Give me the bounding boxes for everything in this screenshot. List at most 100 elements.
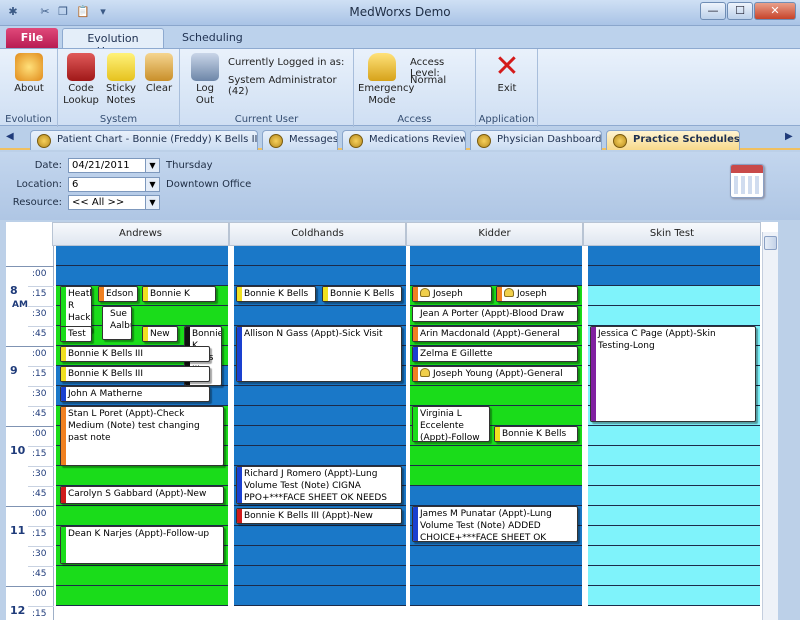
lane-coldhands[interactable]: Bonnie K Bells Bonnie K Bells Allison N Ga… — [234, 246, 406, 620]
time-slot-cell[interactable] — [588, 266, 760, 286]
location-select[interactable]: 6 ▼ — [68, 177, 160, 192]
time-slot-cell[interactable] — [56, 566, 228, 586]
time-slot-cell[interactable] — [588, 486, 760, 506]
tab-file[interactable]: File — [6, 28, 58, 48]
emergency-mode-button[interactable]: Emergency Mode — [358, 53, 414, 107]
appointment-block[interactable]: Bonnie K Bells — [236, 286, 316, 302]
sticky-notes-button[interactable]: Sticky Notes — [102, 53, 140, 107]
doc-tab-patient-chart[interactable]: Patient Chart - Bonnie (Freddy) K Bells … — [30, 130, 258, 150]
appointment-block[interactable]: Bonnie K Bells — [142, 286, 216, 302]
time-slot-cell[interactable] — [588, 526, 760, 546]
tab-scheduling[interactable]: Scheduling — [172, 28, 243, 48]
appointment-block[interactable]: John A Matherne — [60, 386, 210, 402]
doc-tab-practice-schedules[interactable]: Practice Schedules... — [606, 130, 740, 150]
time-slot-cell[interactable] — [588, 426, 760, 446]
appointment-block[interactable]: New — [142, 326, 178, 342]
time-slot-cell[interactable] — [588, 446, 760, 466]
appointment-block[interactable]: Sue Aalbu — [102, 306, 132, 340]
time-slot-cell[interactable] — [234, 406, 406, 426]
time-slot-cell[interactable] — [410, 546, 582, 566]
time-slot-cell[interactable] — [234, 306, 406, 326]
time-slot-cell[interactable] — [234, 446, 406, 466]
time-slot-cell[interactable] — [410, 266, 582, 286]
calendar-dropdown-icon[interactable]: ▼ — [145, 159, 159, 172]
time-slot-cell[interactable] — [588, 566, 760, 586]
time-slot-cell[interactable] — [234, 566, 406, 586]
minimize-button[interactable]: — — [700, 2, 726, 20]
time-slot-cell[interactable] — [410, 586, 582, 606]
appointment-block[interactable]: Dean K Narjes (Appt)-Follow-up — [60, 526, 224, 564]
appointment-block[interactable]: Allison N Gass (Appt)-Sick Visit — [236, 326, 402, 382]
time-slot-cell[interactable] — [410, 446, 582, 466]
time-slot-cell[interactable] — [56, 586, 228, 606]
time-slot-cell[interactable] — [234, 426, 406, 446]
appointment-block[interactable]: Joseph Young (Appt)-General — [412, 366, 578, 382]
appointment-block[interactable]: James M Punatar (Appt)-Lung Volume Test … — [412, 506, 578, 542]
log-out-button[interactable]: Log Out — [186, 53, 224, 107]
time-slot-cell[interactable] — [410, 486, 582, 506]
doc-tab-medications-review[interactable]: Medications Review — [342, 130, 466, 150]
maximize-button[interactable]: ☐ — [727, 2, 753, 20]
column-header-kidder[interactable]: Kidder — [406, 222, 583, 246]
time-slot-cell[interactable] — [56, 266, 228, 286]
appointment-block[interactable]: Bonnie K Bells III — [60, 366, 210, 382]
time-slot-cell[interactable] — [56, 246, 228, 266]
appointment-block[interactable]: Richard J Romero (Appt)-Lung Volume Test… — [236, 466, 402, 504]
appointment-block[interactable]: Arin Macdonald (Appt)-General — [412, 326, 578, 342]
time-slot-cell[interactable] — [588, 286, 760, 306]
time-slot-cell[interactable] — [234, 546, 406, 566]
column-header-skin-test[interactable]: Skin Test — [583, 222, 761, 246]
appointment-block[interactable]: Jean A Porter (Appt)-Blood Draw — [412, 306, 578, 322]
date-picker[interactable]: 04/21/2011 ▼ — [68, 158, 160, 173]
exit-button[interactable]: ✕ Exit — [488, 52, 526, 95]
time-slot-cell[interactable] — [588, 586, 760, 606]
scrollbar-thumb[interactable] — [764, 236, 777, 250]
doc-tab-messages[interactable]: Messages — [262, 130, 338, 150]
column-header-coldhands[interactable]: Coldhands — [229, 222, 406, 246]
code-lookup-button[interactable]: Code Lookup — [62, 53, 100, 107]
doc-tab-physician-dashboard[interactable]: Physician Dashboard — [470, 130, 602, 150]
time-slot-cell[interactable] — [588, 306, 760, 326]
time-slot-cell[interactable] — [588, 506, 760, 526]
tab-scroll-right-icon[interactable]: ▶ — [785, 131, 793, 142]
appointment-block[interactable]: Carolyn S Gabbard (Appt)-New — [60, 486, 224, 504]
resource-select[interactable]: << All >> ▼ — [68, 195, 160, 210]
chevron-down-icon[interactable]: ▼ — [145, 178, 159, 191]
close-button[interactable]: ✕ — [754, 2, 796, 20]
appointment-block[interactable]: Zelma E Gillette — [412, 346, 578, 362]
lane-andrews[interactable]: Heather R Hack Edson Bonnie K Bells Sue Aal… — [56, 246, 228, 620]
calendar-icon[interactable] — [730, 164, 764, 198]
appointment-block[interactable]: Stan L Poret (Appt)-Check Medium (Note) … — [60, 406, 224, 466]
tab-scroll-left-icon[interactable]: ◀ — [6, 131, 14, 142]
time-slot-cell[interactable] — [234, 266, 406, 286]
lane-kidder[interactable]: Joseph YoungJoseph Young Jean A Porter (A… — [410, 246, 582, 620]
time-slot-cell[interactable] — [234, 526, 406, 546]
time-slot-cell[interactable] — [410, 566, 582, 586]
clear-button[interactable]: Clear — [140, 53, 178, 95]
time-slot-cell[interactable] — [410, 246, 582, 266]
vertical-scrollbar[interactable] — [762, 232, 778, 620]
appointment-block[interactable]: Test — [60, 326, 92, 342]
appointment-block[interactable]: Joseph Young — [496, 286, 578, 302]
time-slot-cell[interactable] — [234, 586, 406, 606]
chevron-down-icon[interactable]: ▼ — [145, 196, 159, 209]
appointment-block[interactable]: Edson — [98, 286, 138, 302]
time-slot-cell[interactable] — [56, 466, 228, 486]
lane-skin-test[interactable]: Jessica C Page (Appt)-Skin Testing-Long — [588, 246, 760, 620]
tab-evolution-home[interactable]: Evolution Home — [62, 28, 164, 58]
time-slot-cell[interactable] — [410, 466, 582, 486]
time-slot-cell[interactable] — [234, 246, 406, 266]
appointment-block[interactable]: Bonnie K Bells III (Appt)-New — [236, 508, 402, 524]
appointment-block[interactable]: Virginia L Eccelente (Appt)-Follow — [412, 406, 490, 442]
time-slot-cell[interactable] — [588, 246, 760, 266]
time-slot-cell[interactable] — [588, 466, 760, 486]
appointment-block[interactable]: Bonnie K Bells — [322, 286, 402, 302]
appointment-block[interactable]: Bonnie K Bells — [494, 426, 578, 442]
appointment-block[interactable]: Bonnie K Bells III — [60, 346, 210, 362]
time-slot-cell[interactable] — [56, 506, 228, 526]
appointment-block[interactable]: Jessica C Page (Appt)-Skin Testing-Long — [590, 326, 756, 422]
appointment-block[interactable]: Joseph Young — [412, 286, 492, 302]
column-header-andrews[interactable]: Andrews — [52, 222, 229, 246]
time-slot-cell[interactable] — [410, 386, 582, 406]
about-button[interactable]: About — [10, 53, 48, 95]
